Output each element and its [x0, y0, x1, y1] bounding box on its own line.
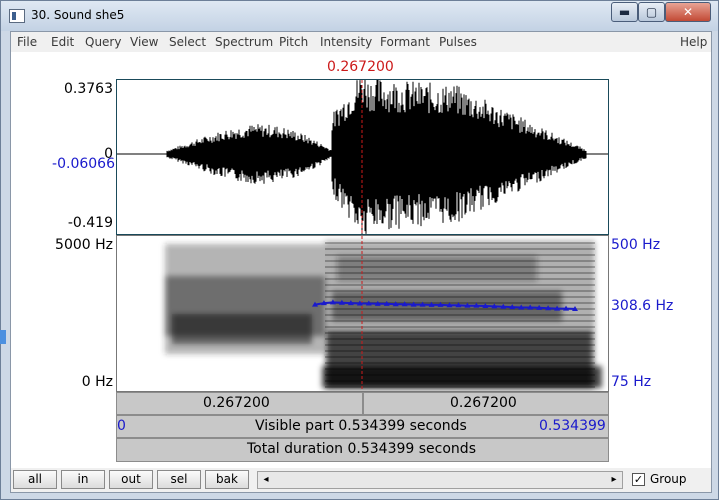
menu-file[interactable]: File — [17, 35, 37, 49]
zoom-out-button[interactable]: out — [109, 470, 153, 489]
group-label: Group — [650, 472, 687, 486]
editor-canvas[interactable]: 0.267200 0.3763 0 -0.06066 -0.419 5000 H… — [11, 52, 711, 468]
maximize-button[interactable]: ▢ — [638, 2, 665, 22]
menu-intensity[interactable]: Intensity — [320, 35, 372, 49]
desktop-edge — [0, 330, 6, 344]
pitch-top-label: 500 Hz — [611, 237, 661, 253]
zoom-in-button[interactable]: in — [61, 470, 105, 489]
menu-view[interactable]: View — [130, 35, 158, 49]
praat-sound-window: 30. Sound she5 ▬ ▢ ✕ File Edit Query Vie… — [0, 0, 719, 500]
zoom-all-button[interactable]: all — [13, 470, 57, 489]
menu-help[interactable]: Help — [680, 35, 707, 49]
scroll-left-arrow-icon[interactable]: ◂ — [258, 472, 274, 488]
zoom-back-button[interactable]: bak — [205, 470, 249, 489]
menu-spectrum[interactable]: Spectrum — [215, 35, 273, 49]
zoom-selection-button[interactable]: sel — [157, 470, 201, 489]
menu-edit[interactable]: Edit — [51, 35, 74, 49]
menu-select[interactable]: Select — [169, 35, 206, 49]
spectrogram-bottom-frequency: 0 Hz — [81, 374, 113, 390]
waveform-plot — [117, 80, 608, 234]
group-checkbox[interactable]: ✓ — [632, 473, 645, 486]
spectrogram-top-frequency: 5000 Hz — [55, 237, 113, 253]
spectrogram-panel[interactable] — [116, 235, 609, 392]
time-segment-left[interactable]: 0.267200 — [116, 392, 363, 415]
pitch-bottom-label: 75 Hz — [611, 374, 652, 390]
sound-editor: File Edit Query View Select Spectrum Pit… — [10, 31, 712, 493]
menu-formant[interactable]: Formant — [380, 35, 430, 49]
time-segment-right[interactable]: 0.267200 — [363, 392, 609, 415]
window-title: 30. Sound she5 — [31, 8, 125, 22]
scroll-right-arrow-icon[interactable]: ▸ — [606, 472, 622, 488]
visible-end-label: 0.534399 — [539, 418, 606, 434]
total-duration-bar[interactable]: Total duration 0.534399 seconds — [116, 438, 609, 462]
segment-right-label: 0.267200 — [450, 395, 517, 411]
visible-part-label: Visible part 0.534399 seconds — [255, 418, 467, 434]
time-scrollbar[interactable]: ◂ ▸ — [257, 471, 623, 489]
pitch-value-label: 308.6 Hz — [611, 298, 674, 314]
waveform-cursor-value: -0.06066 — [52, 156, 115, 172]
visible-part-bar[interactable]: Visible part 0.534399 seconds — [116, 415, 609, 438]
waveform-max-label: 0.3763 — [64, 81, 113, 97]
minimize-button[interactable]: ▬ — [611, 2, 638, 22]
title-bar[interactable]: 30. Sound she5 ▬ ▢ ✕ — [1, 1, 718, 31]
menu-pulses[interactable]: Pulses — [439, 35, 477, 49]
menu-bar: File Edit Query View Select Spectrum Pit… — [11, 32, 711, 52]
waveform-min-label: -0.419 — [67, 215, 113, 231]
total-duration-label: Total duration 0.534399 seconds — [247, 441, 476, 457]
waveform-panel[interactable] — [116, 79, 609, 235]
close-button[interactable]: ✕ — [665, 2, 711, 22]
bottom-toolbar: all in out sel bak ◂ ▸ ✓ Group — [11, 468, 711, 492]
menu-pitch[interactable]: Pitch — [279, 35, 308, 49]
menu-query[interactable]: Query — [85, 35, 121, 49]
spectrogram-plot — [165, 236, 602, 391]
cursor-time-label: 0.267200 — [327, 59, 394, 75]
visible-start-label: 0 — [117, 418, 126, 434]
window-icon — [9, 9, 25, 23]
segment-left-label: 0.267200 — [203, 395, 270, 411]
